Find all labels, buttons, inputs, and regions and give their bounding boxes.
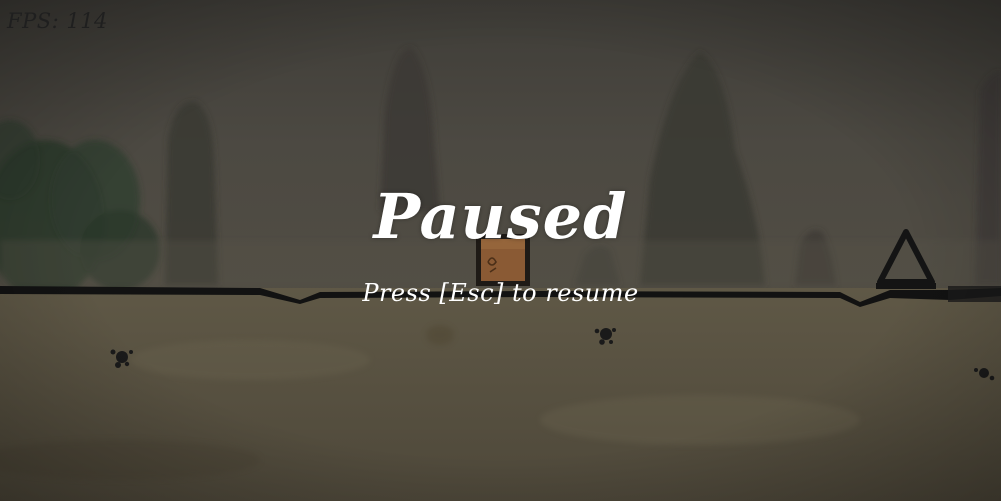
paused-title: Paused — [373, 180, 628, 253]
fps-counter: FPS: 114 — [7, 9, 108, 33]
resume-hint: Press [Esc] to resume — [362, 279, 639, 307]
game-scene: FPS: 114 Paused Press [Esc] to resume — [0, 0, 1001, 501]
